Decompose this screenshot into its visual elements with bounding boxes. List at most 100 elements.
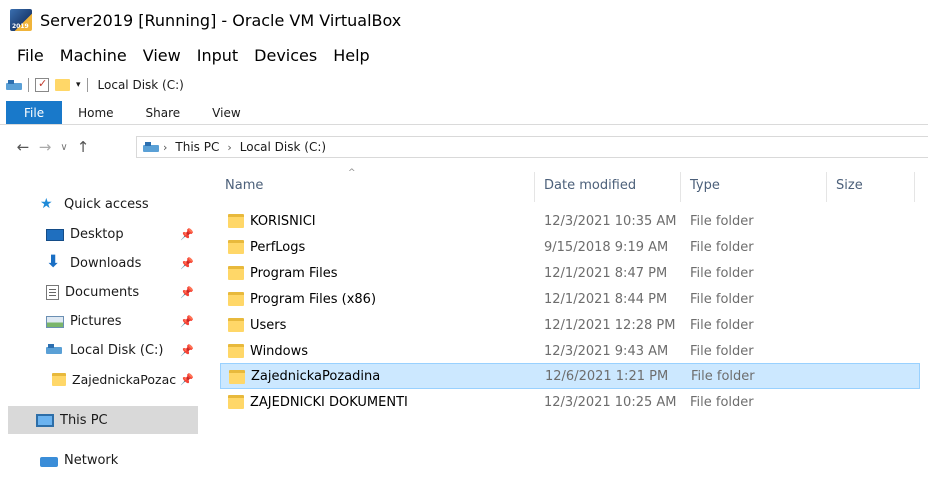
sort-ascending-icon: ^ xyxy=(348,168,356,178)
pin-icon[interactable]: 📌 xyxy=(180,257,194,270)
toolbar-divider xyxy=(86,78,88,92)
file-row[interactable]: ZAJEDNICKI DOKUMENTI 12/3/2021 10:25 AM … xyxy=(220,389,920,415)
column-divider[interactable] xyxy=(826,172,827,202)
vbox-menu-bar: File Machine View Input Devices Help xyxy=(0,42,377,68)
menu-file[interactable]: File xyxy=(8,46,51,65)
column-header-type[interactable]: Type xyxy=(690,168,720,202)
tab-view[interactable]: View xyxy=(196,101,256,124)
nav-label: Pictures xyxy=(70,313,122,329)
nav-item-desktop[interactable]: Desktop 📌 xyxy=(46,220,202,248)
file-name: Program Files xyxy=(250,265,338,281)
file-type: File folder xyxy=(690,265,754,281)
pin-icon[interactable]: 📌 xyxy=(180,228,194,241)
file-date: 12/1/2021 8:47 PM xyxy=(544,265,668,281)
menu-view[interactable]: View xyxy=(134,46,188,65)
file-date: 12/6/2021 1:21 PM xyxy=(545,368,669,384)
drive-icon xyxy=(143,141,159,153)
toolbar-divider xyxy=(28,78,29,92)
nav-label: Documents xyxy=(65,284,140,300)
file-list: ^ Name Date modified Type Size KORISNICI… xyxy=(210,168,928,490)
column-header-size[interactable]: Size xyxy=(836,168,863,202)
navigation-bar: ← → ∨ ↑ › This PC › Local Disk (C:) xyxy=(0,133,928,161)
folder-icon xyxy=(228,344,244,358)
customize-toolbar-icon[interactable]: ▾ xyxy=(76,80,81,90)
breadcrumb-separator-icon[interactable]: › xyxy=(159,141,171,154)
file-date: 9/15/2018 9:19 AM xyxy=(544,239,669,255)
folder-icon xyxy=(228,214,244,228)
pin-icon[interactable]: 📌 xyxy=(180,286,194,299)
column-divider[interactable] xyxy=(680,172,681,202)
new-folder-icon[interactable] xyxy=(55,79,70,91)
file-row[interactable]: KORISNICI 12/3/2021 10:35 AM File folder xyxy=(220,208,920,234)
desktop-icon xyxy=(46,229,64,241)
folder-icon xyxy=(229,370,245,384)
file-row[interactable]: Windows 12/3/2021 9:43 AM File folder xyxy=(220,338,920,364)
nav-this-pc[interactable]: This PC xyxy=(8,406,198,434)
file-name: Program Files (x86) xyxy=(250,291,377,307)
back-icon[interactable]: ← xyxy=(12,138,34,156)
pin-icon[interactable]: 📌 xyxy=(180,373,194,386)
window-title: Server2019 [Running] - Oracle VM Virtual… xyxy=(40,10,402,30)
up-icon[interactable]: ↑ xyxy=(72,138,94,156)
nav-item-zajednicka[interactable]: ZajednickaPozac 📌 xyxy=(52,365,202,393)
breadcrumb-this-pc[interactable]: This PC xyxy=(171,140,223,154)
file-type: File folder xyxy=(690,291,754,307)
recent-locations-icon[interactable]: ∨ xyxy=(56,142,72,153)
file-row[interactable]: Users 12/1/2021 12:28 PM File folder xyxy=(220,312,920,338)
folder-icon xyxy=(228,292,244,306)
nav-label: Downloads xyxy=(70,255,142,271)
file-date: 12/3/2021 10:25 AM xyxy=(544,394,677,410)
column-divider[interactable] xyxy=(914,172,915,202)
properties-icon[interactable] xyxy=(35,77,49,92)
column-header-name[interactable]: Name xyxy=(225,168,263,202)
nav-label: Network xyxy=(64,452,119,468)
file-row-selected[interactable]: ZajednickaPozadina 12/6/2021 1:21 PM Fil… xyxy=(220,363,920,389)
nav-item-pictures[interactable]: Pictures 📌 xyxy=(46,307,202,335)
folder-icon xyxy=(228,318,244,332)
file-row[interactable]: PerfLogs 9/15/2018 9:19 AM File folder xyxy=(220,234,920,260)
file-type: File folder xyxy=(690,343,754,359)
pin-icon[interactable]: 📌 xyxy=(180,315,194,328)
folder-icon xyxy=(228,395,244,409)
tab-share[interactable]: Share xyxy=(130,101,197,124)
nav-item-downloads[interactable]: ⬇ Downloads 📌 xyxy=(46,249,202,277)
breadcrumb-local-disk[interactable]: Local Disk (C:) xyxy=(236,140,330,154)
file-name: KORISNICI xyxy=(250,213,316,229)
file-name: Windows xyxy=(250,343,309,359)
computer-icon xyxy=(36,413,54,427)
forward-icon[interactable]: → xyxy=(34,138,56,156)
column-header-date[interactable]: Date modified xyxy=(544,168,636,202)
column-divider[interactable] xyxy=(534,172,535,202)
nav-item-documents[interactable]: Documents 📌 xyxy=(46,278,202,306)
file-date: 12/1/2021 12:28 PM xyxy=(544,317,676,333)
file-type: File folder xyxy=(690,317,754,333)
pin-icon[interactable]: 📌 xyxy=(180,344,194,357)
documents-icon xyxy=(46,284,59,300)
menu-machine[interactable]: Machine xyxy=(51,46,134,65)
tab-file[interactable]: File xyxy=(6,101,63,124)
drive-icon xyxy=(46,343,64,360)
file-name: ZajednickaPozadina xyxy=(251,368,381,384)
file-name: ZAJEDNICKI DOKUMENTI xyxy=(250,394,408,410)
navigation-pane: ★ Quick access Desktop 📌 ⬇ Downloads 📌 D… xyxy=(0,168,210,490)
menu-help[interactable]: Help xyxy=(324,46,376,65)
nav-label: ZajednickaPozac xyxy=(72,371,177,387)
breadcrumb-separator-icon[interactable]: › xyxy=(223,141,235,154)
nav-item-local-disk[interactable]: Local Disk (C:) 📌 xyxy=(46,336,202,364)
menu-devices[interactable]: Devices xyxy=(245,46,324,65)
address-bar[interactable]: › This PC › Local Disk (C:) xyxy=(136,136,928,158)
file-date: 12/3/2021 9:43 AM xyxy=(544,343,669,359)
file-name: PerfLogs xyxy=(250,239,306,255)
tab-home[interactable]: Home xyxy=(62,101,129,124)
file-date: 12/3/2021 10:35 AM xyxy=(544,213,677,229)
file-type: File folder xyxy=(690,394,754,410)
ribbon-tabs: File Home Share View xyxy=(0,101,928,125)
drive-icon xyxy=(6,79,22,91)
file-row[interactable]: Program Files 12/1/2021 8:47 PM File fol… xyxy=(220,260,920,286)
network-icon xyxy=(40,457,58,467)
nav-label: This PC xyxy=(60,412,108,428)
file-row[interactable]: Program Files (x86) 12/1/2021 8:44 PM Fi… xyxy=(220,286,920,312)
file-date: 12/1/2021 8:44 PM xyxy=(544,291,668,307)
menu-input[interactable]: Input xyxy=(188,46,245,65)
file-type: File folder xyxy=(690,213,754,229)
